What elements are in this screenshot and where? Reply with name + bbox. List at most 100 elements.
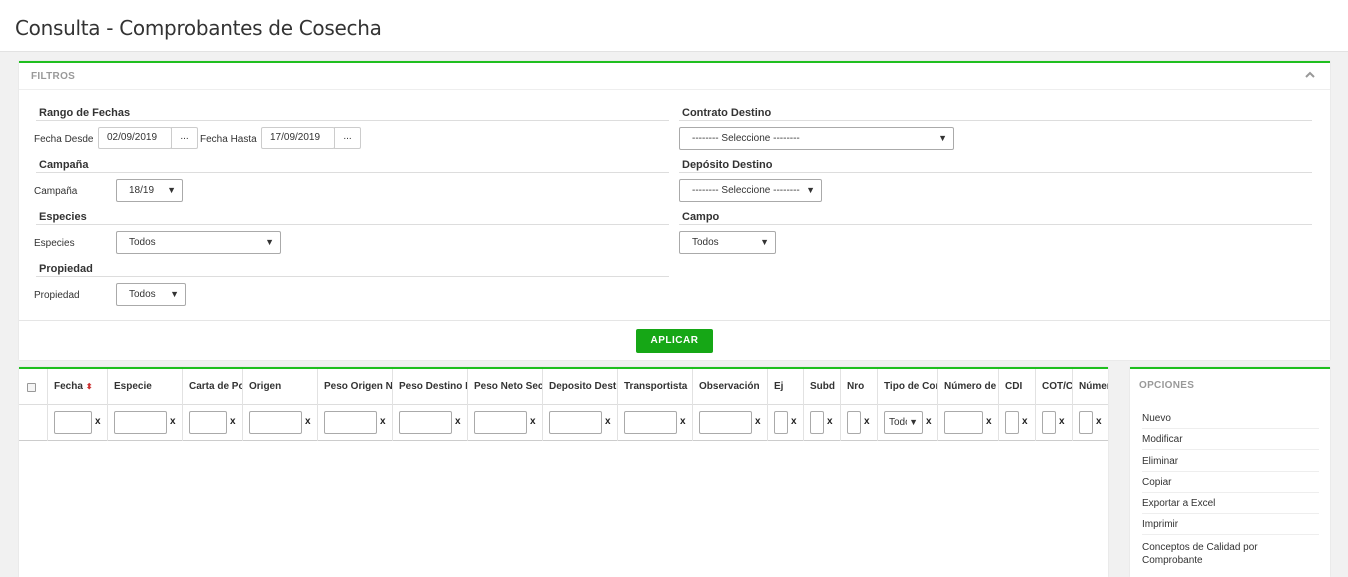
fecha-desde-input[interactable]: 02/09/2019 bbox=[98, 127, 172, 149]
filters-panel: FILTROS Rango de Fechas Fecha Desde 02/0… bbox=[19, 61, 1330, 360]
filter-input-fecha[interactable] bbox=[54, 411, 92, 434]
filter-input-numero[interactable] bbox=[1079, 411, 1093, 434]
contrato-destino-select[interactable]: -------- Seleccione -------- ▼ bbox=[679, 127, 954, 150]
fecha-desde-label: Fecha Desde bbox=[34, 134, 94, 145]
page-title: Consulta - Comprobantes de Cosecha bbox=[15, 16, 382, 40]
clear-filter-button[interactable]: x bbox=[1022, 416, 1028, 427]
filter-select-tipo-comprobante[interactable]: Todos ▼ bbox=[884, 411, 923, 434]
filter-input-subd[interactable] bbox=[810, 411, 824, 434]
dropdown-arrow-icon: ▼ bbox=[760, 237, 769, 247]
clear-filter-button[interactable]: x bbox=[1059, 416, 1065, 427]
clear-filter-button[interactable]: x bbox=[827, 416, 833, 427]
filter-input-carta-porte[interactable] bbox=[189, 411, 227, 434]
clear-filter-button[interactable]: x bbox=[926, 416, 932, 427]
column-header-label: Peso Neto Seco bbox=[474, 381, 543, 392]
deposito-destino-select[interactable]: -------- Seleccione -------- ▼ bbox=[679, 179, 822, 202]
chevron-up-icon[interactable] bbox=[1304, 69, 1316, 81]
filter-input-transportista[interactable] bbox=[624, 411, 677, 434]
dropdown-arrow-icon: ▼ bbox=[170, 289, 179, 299]
fecha-hasta-input[interactable]: 17/09/2019 bbox=[261, 127, 335, 149]
column-header-peso-neto-seco[interactable]: Peso Neto Seco bbox=[468, 369, 543, 405]
propiedad-title: Propiedad bbox=[39, 263, 93, 275]
filter-cell: x bbox=[48, 405, 108, 441]
fecha-hasta-picker-button[interactable]: ... bbox=[334, 127, 361, 149]
option-eliminar[interactable]: Eliminar bbox=[1142, 456, 1319, 472]
column-header-fecha[interactable]: Fecha ⬍ bbox=[48, 369, 108, 405]
clear-filter-button[interactable]: x bbox=[170, 416, 176, 427]
column-header-observacion[interactable]: Observación bbox=[693, 369, 768, 405]
divider bbox=[36, 120, 669, 121]
campo-select[interactable]: Todos ▼ bbox=[679, 231, 776, 254]
clear-filter-button[interactable]: x bbox=[791, 416, 797, 427]
filter-input-cot[interactable] bbox=[1042, 411, 1056, 434]
column-header-numero-de[interactable]: Número de bbox=[938, 369, 999, 405]
column-header-label: Peso Origen Neto bbox=[324, 381, 393, 392]
filter-input-ej[interactable] bbox=[774, 411, 788, 434]
clear-filter-button[interactable]: x bbox=[1096, 416, 1102, 427]
rango-fechas-title: Rango de Fechas bbox=[39, 107, 131, 119]
filter-input-peso-destino[interactable] bbox=[399, 411, 452, 434]
apply-button[interactable]: APLICAR bbox=[636, 329, 713, 353]
option-modificar[interactable]: Modificar bbox=[1142, 434, 1319, 450]
clear-filter-button[interactable]: x bbox=[605, 416, 611, 427]
filter-input-peso-neto-seco[interactable] bbox=[474, 411, 527, 434]
filter-input-deposito-destino[interactable] bbox=[549, 411, 602, 434]
column-header-label: Deposito Destino bbox=[549, 381, 617, 392]
option-nuevo[interactable]: Nuevo bbox=[1142, 413, 1319, 429]
filter-cell: x bbox=[318, 405, 393, 441]
column-header-tipo-comprobante[interactable]: Tipo de Comprobante bbox=[878, 369, 938, 405]
option-copiar[interactable]: Copiar bbox=[1142, 477, 1319, 493]
column-header-subd[interactable]: Subd bbox=[804, 369, 841, 405]
column-header-cdi[interactable]: CDI bbox=[999, 369, 1036, 405]
clear-filter-button[interactable]: x bbox=[680, 416, 686, 427]
clear-filter-button[interactable]: x bbox=[380, 416, 386, 427]
clear-filter-button[interactable]: x bbox=[864, 416, 870, 427]
filter-input-nro[interactable] bbox=[847, 411, 861, 434]
clear-filter-button[interactable]: x bbox=[530, 416, 536, 427]
filter-cell: x bbox=[543, 405, 618, 441]
option-exportar-excel[interactable]: Exportar a Excel bbox=[1142, 498, 1319, 514]
column-header-label: CDI bbox=[1005, 381, 1023, 392]
column-header-carta-porte[interactable]: Carta de Porte bbox=[183, 369, 243, 405]
clear-filter-button[interactable]: x bbox=[230, 416, 236, 427]
filter-input-peso-origen[interactable] bbox=[324, 411, 377, 434]
column-header-transportista[interactable]: Transportista bbox=[618, 369, 693, 405]
column-header-peso-destino[interactable]: Peso Destino Neto bbox=[393, 369, 468, 405]
column-header-numero[interactable]: Número bbox=[1073, 369, 1108, 405]
select-all-column bbox=[19, 369, 48, 405]
column-header-cot[interactable]: COT/C bbox=[1036, 369, 1073, 405]
campana-select[interactable]: 18/19 ▼ bbox=[116, 179, 183, 202]
column-header-especie[interactable]: Especie bbox=[108, 369, 183, 405]
filters-heading[interactable]: FILTROS bbox=[19, 63, 1330, 90]
clear-filter-button[interactable]: x bbox=[455, 416, 461, 427]
propiedad-select[interactable]: Todos ▼ bbox=[116, 283, 186, 306]
option-imprimir[interactable]: Imprimir bbox=[1142, 519, 1319, 535]
column-header-deposito-destino[interactable]: Deposito Destino bbox=[543, 369, 618, 405]
clear-filter-button[interactable]: x bbox=[986, 416, 992, 427]
column-header-nro[interactable]: Nro bbox=[841, 369, 878, 405]
clear-filter-button[interactable]: x bbox=[755, 416, 761, 427]
column-header-ej[interactable]: Ej bbox=[768, 369, 804, 405]
contrato-destino-value: -------- Seleccione -------- bbox=[692, 133, 800, 144]
propiedad-value: Todos bbox=[129, 289, 156, 300]
column-header-origen[interactable]: Origen bbox=[243, 369, 318, 405]
sort-icon[interactable]: ⬍ bbox=[86, 382, 93, 391]
deposito-destino-title: Depósito Destino bbox=[682, 159, 773, 171]
filter-input-cdi[interactable] bbox=[1005, 411, 1019, 434]
fecha-desde-picker-button[interactable]: ... bbox=[171, 127, 198, 149]
column-header-label: Número de bbox=[944, 381, 997, 392]
select-all-checkbox[interactable] bbox=[27, 383, 36, 392]
filter-input-numero-de[interactable] bbox=[944, 411, 983, 434]
column-header-label: Subd bbox=[810, 381, 835, 392]
clear-filter-button[interactable]: x bbox=[95, 416, 101, 427]
column-header-label: Transportista bbox=[624, 381, 688, 392]
clear-filter-button[interactable]: x bbox=[305, 416, 311, 427]
filter-input-especie[interactable] bbox=[114, 411, 167, 434]
filter-input-origen[interactable] bbox=[249, 411, 302, 434]
options-panel: OPCIONES Nuevo Modificar Eliminar Copiar… bbox=[1130, 367, 1330, 577]
filter-input-observacion[interactable] bbox=[699, 411, 752, 434]
especies-select[interactable]: Todos ▼ bbox=[116, 231, 281, 254]
deposito-destino-value: -------- Seleccione -------- bbox=[692, 185, 800, 196]
column-header-peso-origen[interactable]: Peso Origen Neto bbox=[318, 369, 393, 405]
option-conceptos-calidad[interactable]: Conceptos de Calidad por Comprobante bbox=[1142, 541, 1272, 571]
